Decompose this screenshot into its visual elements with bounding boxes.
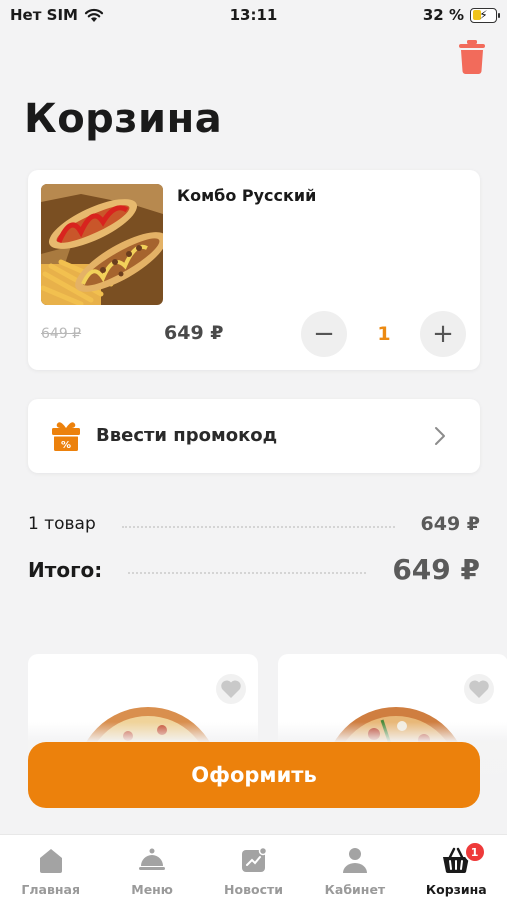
- combo-hotdog-image: [41, 184, 163, 305]
- status-right: 32 % ⚡: [422, 6, 500, 24]
- checkout-button[interactable]: Оформить: [28, 742, 480, 808]
- favorite-button[interactable]: [216, 674, 246, 704]
- tab-news[interactable]: Новости: [203, 835, 304, 900]
- tab-home-label: Главная: [21, 882, 80, 897]
- minus-icon: −: [313, 319, 335, 349]
- items-summary-row: 1 товар 649 ₽: [28, 513, 480, 535]
- status-bar: Нет SIM 13:11 32 % ⚡: [0, 0, 507, 32]
- dotted-leader: [128, 571, 367, 574]
- tab-profile[interactable]: Кабинет: [304, 835, 405, 900]
- total-summary-row: Итого: 649 ₽: [28, 553, 480, 586]
- cart-count-badge: 1: [463, 841, 486, 863]
- home-icon: [39, 849, 62, 873]
- heart-icon: [469, 680, 489, 698]
- tab-news-label: Новости: [224, 882, 283, 897]
- news-icon: [241, 846, 267, 872]
- decrease-quantity-button[interactable]: −: [301, 311, 347, 357]
- dotted-leader: [121, 526, 395, 528]
- old-price: 649 ₽: [41, 326, 82, 342]
- tab-profile-label: Кабинет: [324, 882, 386, 897]
- profile-icon: [342, 848, 367, 873]
- price: 649 ₽: [164, 322, 224, 344]
- clear-cart-button[interactable]: [458, 40, 486, 74]
- plus-icon: +: [432, 319, 454, 349]
- total-value: 649 ₽: [392, 553, 480, 586]
- promo-code-label: Ввести промокод: [96, 425, 278, 446]
- tab-bar: Главная Меню Новости Кабинет 1 Корзина: [0, 834, 507, 900]
- items-count-label: 1 товар: [28, 514, 96, 534]
- battery-percent: 32 %: [422, 6, 464, 24]
- tab-home[interactable]: Главная: [0, 835, 101, 900]
- svg-text:%: %: [61, 440, 71, 451]
- gift-icon: %: [52, 422, 80, 451]
- cloche-icon: [139, 848, 166, 870]
- quantity-value: 1: [377, 323, 391, 345]
- product-name[interactable]: Комбо Русский: [177, 186, 316, 205]
- total-label: Итого:: [28, 557, 103, 582]
- chevron-right-icon: [435, 427, 445, 445]
- charging-icon: ⚡: [479, 7, 488, 22]
- page-title: Корзина: [24, 96, 223, 142]
- promo-code-button[interactable]: % Ввести промокод: [28, 399, 480, 473]
- tab-menu-label: Меню: [131, 882, 173, 897]
- battery-icon: ⚡: [470, 7, 500, 23]
- heart-icon: [221, 680, 241, 698]
- tab-menu[interactable]: Меню: [101, 835, 202, 900]
- cart-item-card: Комбо Русский 649 ₽ 649 ₽ − 1 +: [28, 170, 480, 370]
- favorite-button[interactable]: [464, 674, 494, 704]
- trash-icon: [459, 40, 485, 74]
- items-subtotal: 649 ₽: [420, 513, 481, 535]
- tab-cart[interactable]: 1 Корзина: [406, 835, 507, 900]
- product-image[interactable]: [41, 184, 163, 305]
- increase-quantity-button[interactable]: +: [420, 311, 466, 357]
- tab-cart-label: Корзина: [425, 882, 487, 897]
